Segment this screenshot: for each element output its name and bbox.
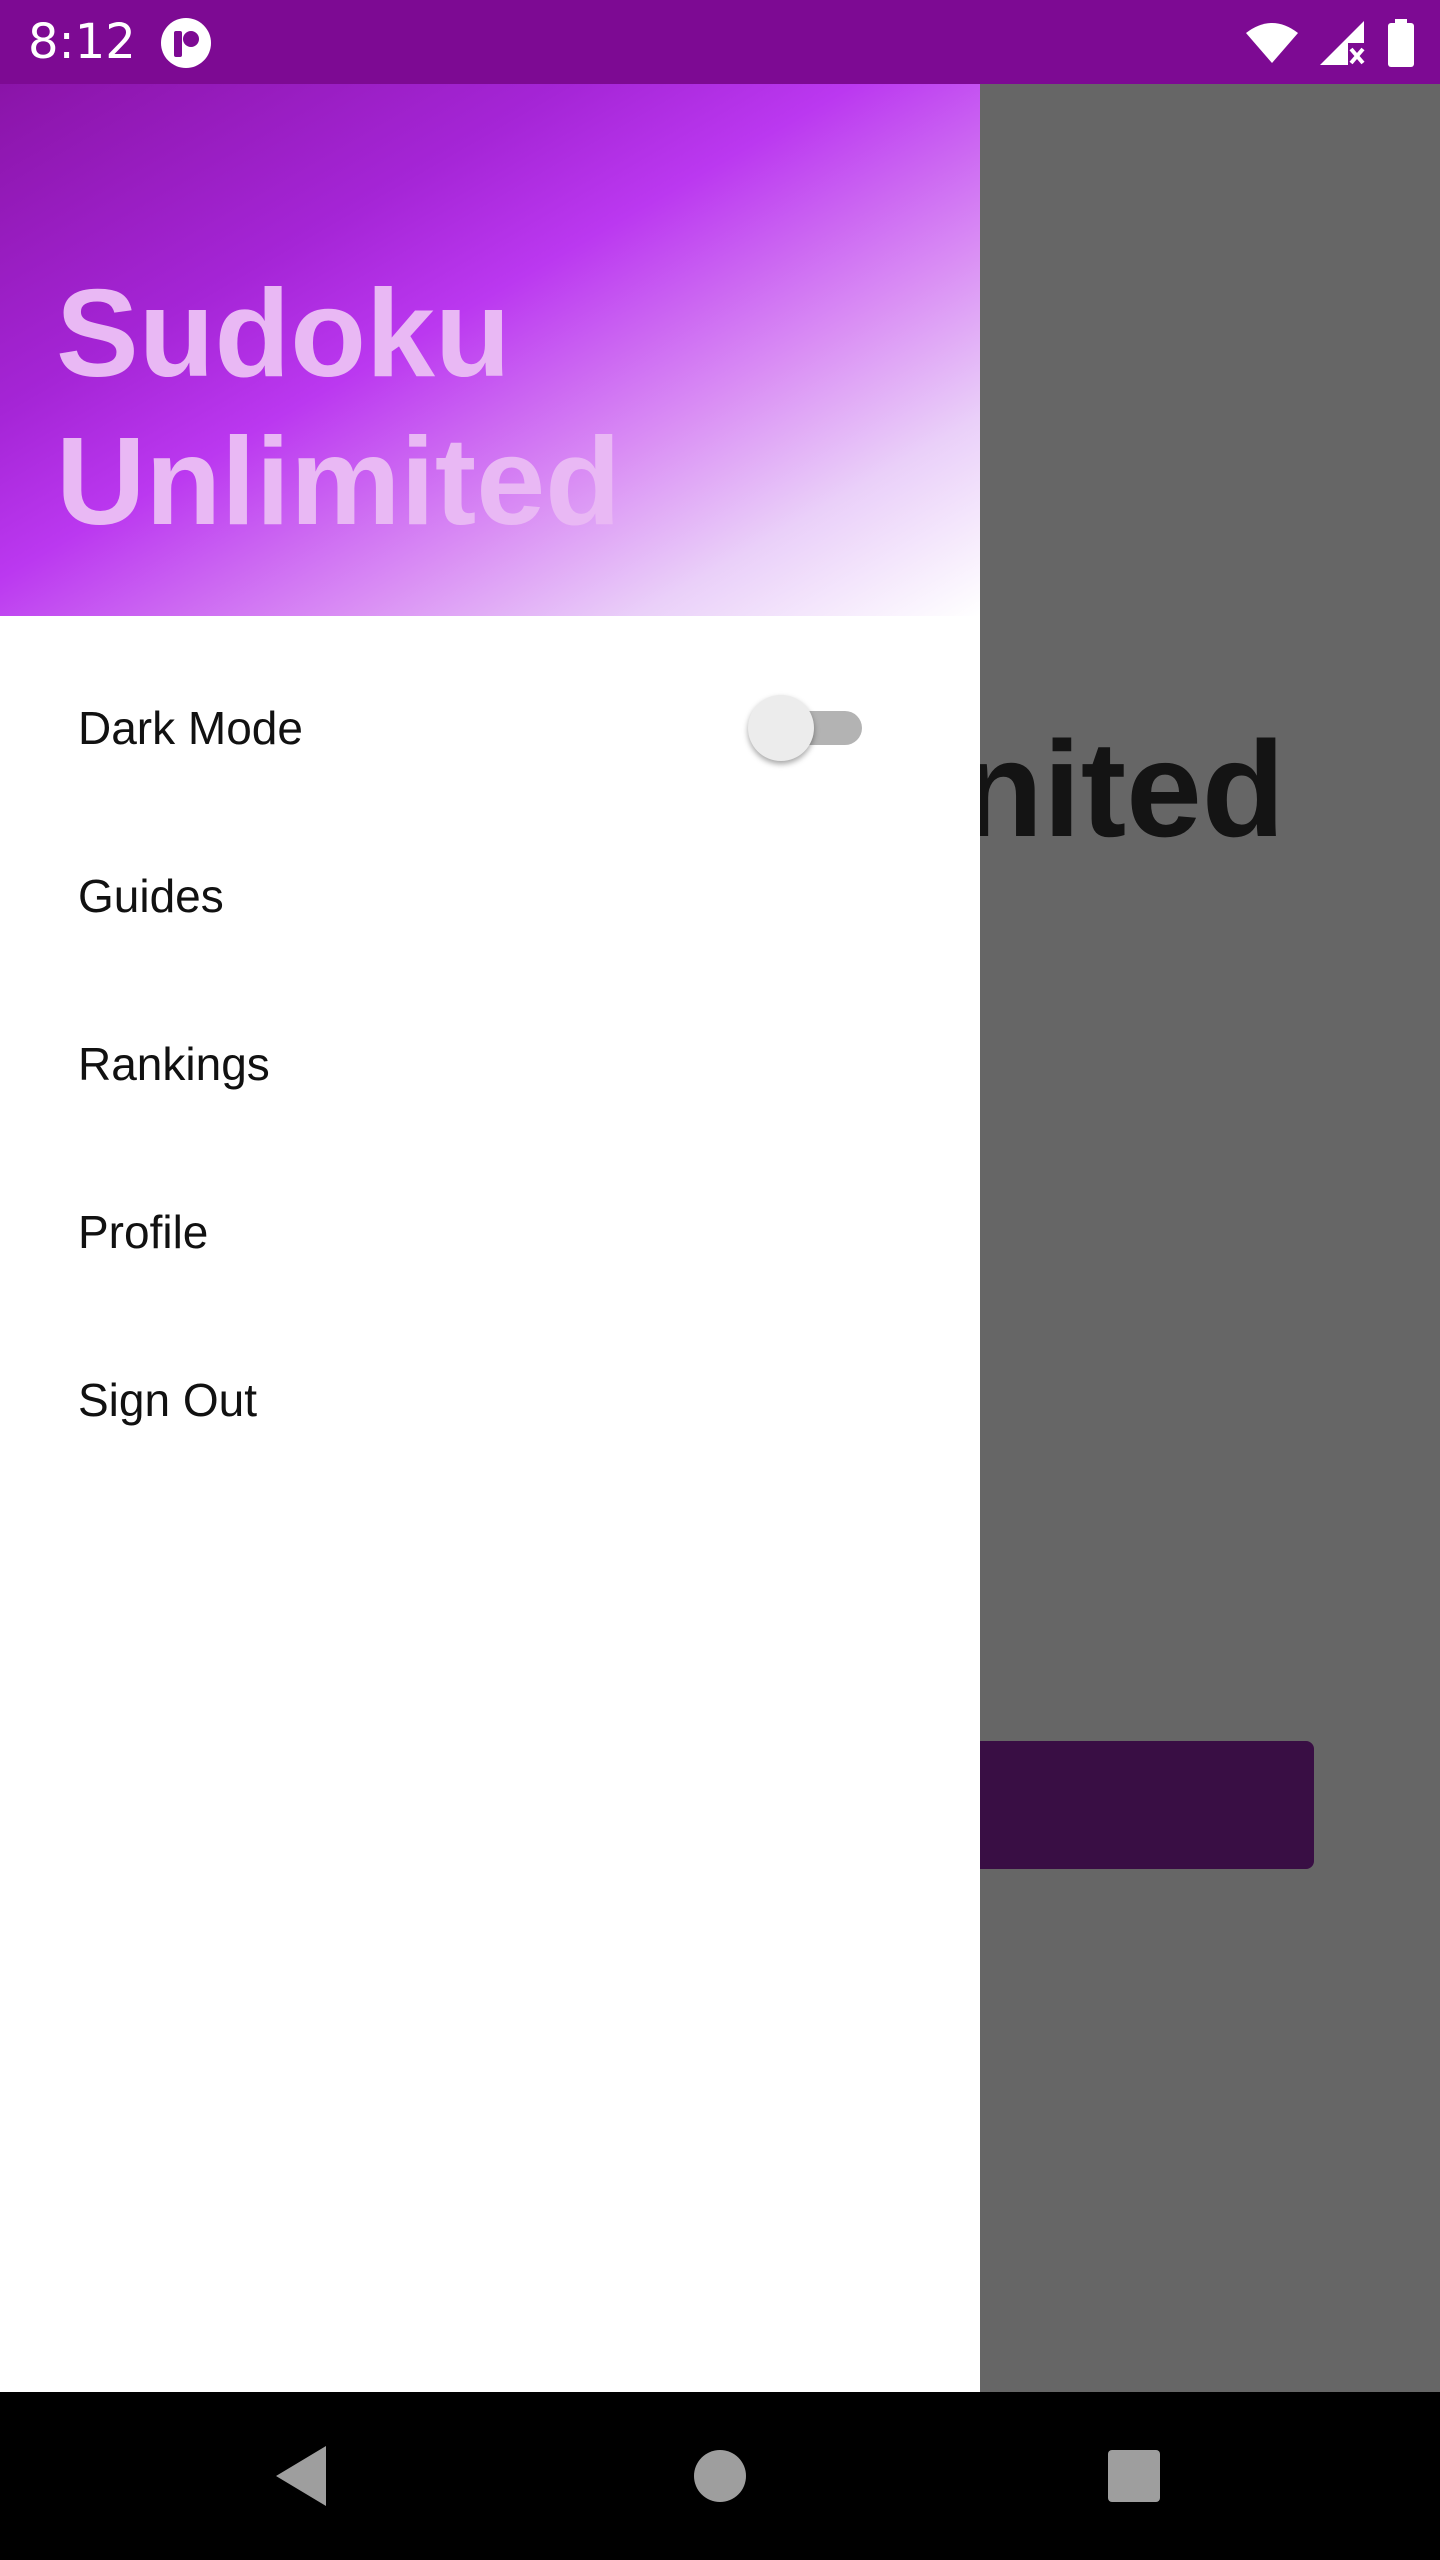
battery-icon	[1388, 19, 1414, 67]
menu-item-label: Rankings	[78, 1038, 270, 1090]
status-icons	[1244, 18, 1416, 68]
menu-item-label: Profile	[78, 1206, 209, 1258]
drawer-app-title: Sudoku Unlimited	[56, 265, 621, 551]
menu-item-label: Sign Out	[78, 1374, 257, 1426]
status-bar: 8:12	[0, 0, 1440, 84]
menu-item-label: Guides	[78, 870, 224, 922]
drawer-menu: Dark Mode Guides Rankings Profile Sign O…	[0, 644, 980, 1484]
menu-item-rankings[interactable]: Rankings	[0, 980, 980, 1148]
system-nav-bar	[0, 2392, 1440, 2560]
recents-icon[interactable]	[1094, 2436, 1174, 2516]
signal-no-data-icon	[1320, 21, 1365, 65]
back-icon[interactable]	[264, 2436, 344, 2516]
switch-thumb	[748, 695, 814, 761]
menu-item-dark-mode[interactable]: Dark Mode	[0, 644, 980, 812]
menu-item-profile[interactable]: Profile	[0, 1148, 980, 1316]
wifi-icon	[1246, 23, 1298, 63]
navigation-drawer: Sudoku Unlimited Dark Mode Guides Rankin…	[0, 84, 980, 2392]
menu-item-sign-out[interactable]: Sign Out	[0, 1316, 980, 1484]
menu-item-label: Dark Mode	[78, 702, 303, 754]
drawer-header: Sudoku Unlimited	[0, 84, 980, 616]
status-time: 8:12	[28, 14, 136, 70]
menu-item-guides[interactable]: Guides	[0, 812, 980, 980]
app-notification-icon	[161, 18, 211, 68]
dark-mode-switch[interactable]	[748, 690, 866, 766]
home-icon[interactable]	[680, 2436, 760, 2516]
